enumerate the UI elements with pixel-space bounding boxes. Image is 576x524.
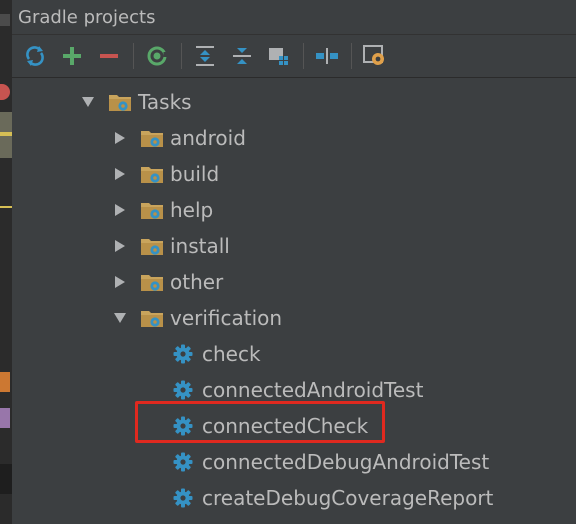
toolbar-separator bbox=[351, 43, 352, 69]
build-settings-button[interactable] bbox=[360, 41, 390, 71]
task-folder-icon bbox=[141, 131, 163, 147]
tree-node-label: createDebugCoverageReport bbox=[202, 486, 494, 510]
task-folder-icon bbox=[109, 95, 131, 111]
tree-node-label: connectedDebugAndroidTest bbox=[202, 450, 490, 474]
tree-node-label: other bbox=[170, 270, 224, 294]
expand-toggle[interactable] bbox=[108, 128, 132, 148]
gutter-mark bbox=[0, 132, 12, 136]
highlight-box bbox=[135, 401, 385, 443]
toolbar bbox=[12, 34, 576, 78]
task-folder-icon bbox=[141, 239, 163, 255]
tree-node-label: connectedAndroidTest bbox=[202, 378, 424, 402]
add-button[interactable] bbox=[57, 41, 87, 71]
toolbar-separator bbox=[181, 43, 182, 69]
offline-mode-button[interactable] bbox=[312, 41, 342, 71]
expand-all-button[interactable] bbox=[190, 41, 220, 71]
plus-icon bbox=[63, 47, 81, 65]
run-icon bbox=[147, 46, 167, 66]
refresh-icon bbox=[26, 46, 44, 66]
run-task-button[interactable] bbox=[142, 41, 172, 71]
expand-toggle[interactable] bbox=[108, 200, 132, 220]
tree-node-label: build bbox=[170, 162, 220, 186]
expand-toggle[interactable] bbox=[108, 236, 132, 256]
expand-toggle[interactable] bbox=[108, 164, 132, 184]
chevron-right-icon bbox=[115, 276, 125, 288]
tree-node-group[interactable]: install bbox=[108, 228, 230, 264]
tree-node-label: check bbox=[202, 342, 261, 366]
gradle-projects-panel: Gradle projects Tasks android build help… bbox=[12, 0, 576, 524]
gear-icon bbox=[173, 380, 193, 400]
gutter-error-mark bbox=[0, 84, 10, 100]
gradle-task-tree: Tasks android build help install other v… bbox=[12, 82, 576, 524]
task-folder-icon bbox=[141, 275, 163, 291]
tree-node-task[interactable]: createDebugCoverageReport bbox=[172, 480, 493, 516]
settings-icon bbox=[363, 45, 384, 65]
chevron-down-icon bbox=[82, 97, 94, 107]
tree-node-group[interactable]: android bbox=[108, 120, 246, 156]
gear-icon bbox=[173, 488, 193, 508]
offline-mode-icon bbox=[316, 48, 338, 64]
expand-all-icon bbox=[196, 46, 214, 66]
gutter-mark bbox=[0, 464, 12, 494]
gutter-mark bbox=[0, 14, 10, 26]
tree-node-label: install bbox=[170, 234, 230, 258]
task-folder-icon bbox=[141, 311, 163, 327]
expand-toggle[interactable] bbox=[108, 308, 132, 328]
remove-button[interactable] bbox=[94, 41, 124, 71]
toolbar-separator bbox=[133, 43, 134, 69]
tree-node-label: Tasks bbox=[138, 90, 192, 114]
gear-icon bbox=[173, 344, 193, 364]
tree-node-task[interactable]: connectedDebugAndroidTest bbox=[172, 444, 489, 480]
refresh-button[interactable] bbox=[20, 41, 50, 71]
gutter-mark bbox=[0, 408, 10, 428]
gear-icon bbox=[173, 452, 193, 472]
panel-title: Gradle projects bbox=[18, 6, 156, 28]
expand-toggle[interactable] bbox=[108, 272, 132, 292]
chevron-right-icon bbox=[115, 132, 125, 144]
collapse-all-button[interactable] bbox=[227, 41, 257, 71]
tree-node-task[interactable]: check bbox=[172, 336, 261, 372]
tree-node-group[interactable]: other bbox=[108, 264, 223, 300]
gutter-mark bbox=[0, 206, 12, 208]
chevron-right-icon bbox=[115, 240, 125, 252]
task-folder-icon bbox=[141, 203, 163, 219]
tree-node-label: verification bbox=[170, 306, 283, 330]
tree-node-group[interactable]: verification bbox=[108, 300, 282, 336]
tree-node-group[interactable]: help bbox=[108, 192, 213, 228]
group-modules-button[interactable] bbox=[264, 41, 294, 71]
minus-icon bbox=[100, 54, 118, 58]
tree-node-label: android bbox=[170, 126, 246, 150]
tree-node-label: help bbox=[170, 198, 214, 222]
toolbar-separator bbox=[303, 43, 304, 69]
group-modules-icon bbox=[269, 48, 288, 65]
editor-gutter-strip bbox=[0, 0, 12, 524]
expand-toggle[interactable] bbox=[76, 92, 100, 112]
chevron-right-icon bbox=[115, 204, 125, 216]
gutter-mark bbox=[0, 372, 10, 392]
task-folder-icon bbox=[141, 167, 163, 183]
collapse-all-icon bbox=[233, 48, 251, 64]
panel-title-bar: Gradle projects bbox=[12, 0, 576, 34]
chevron-right-icon bbox=[115, 168, 125, 180]
chevron-down-icon bbox=[114, 313, 126, 323]
tree-node-group[interactable]: build bbox=[108, 156, 219, 192]
tree-node-tasks[interactable]: Tasks bbox=[76, 84, 192, 120]
